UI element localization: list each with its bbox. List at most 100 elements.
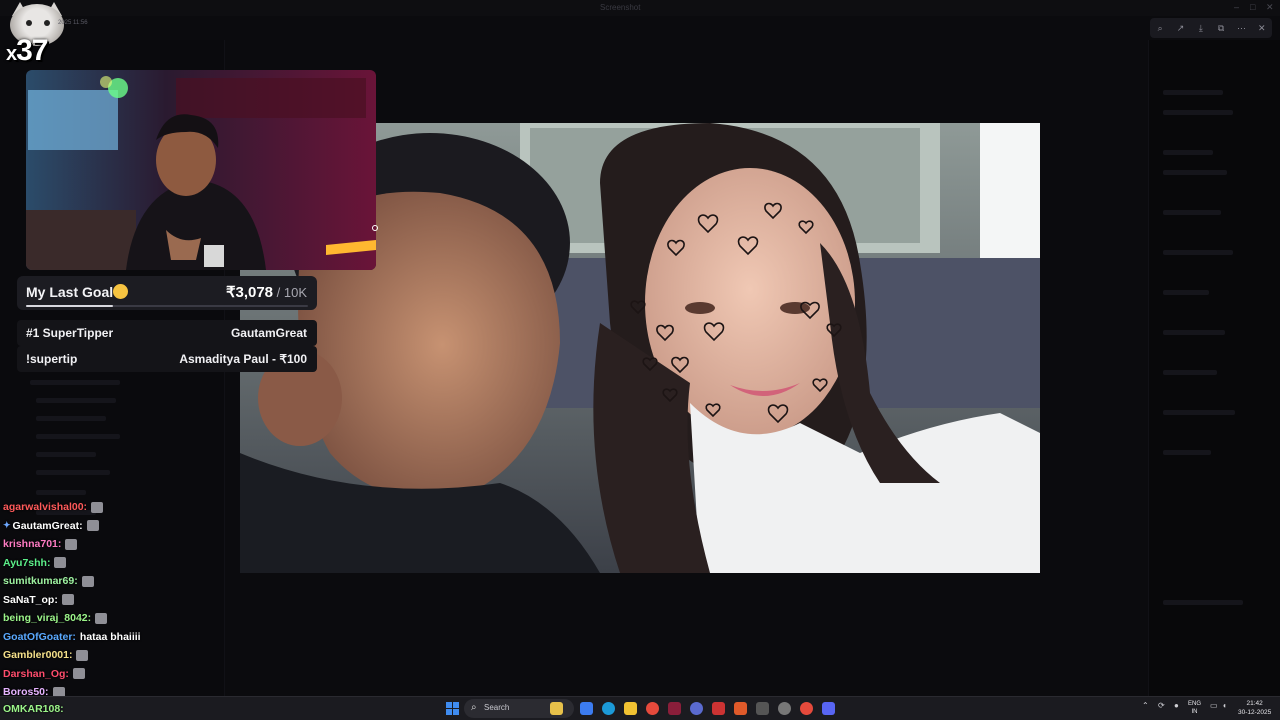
emote-icon — [76, 649, 89, 661]
super-tipper-row: #1 SuperTipper GautamGreat — [17, 320, 317, 346]
chat-message: SaNaT_op: — [3, 591, 233, 610]
network-icon[interactable]: ▭ — [1210, 701, 1218, 710]
sidebar-row — [36, 490, 86, 495]
emote-icon — [81, 575, 94, 587]
goal-label: My Last Goal — [26, 284, 114, 300]
member-row — [1163, 170, 1227, 175]
emote-icon — [61, 594, 74, 606]
app-icon[interactable] — [756, 702, 769, 715]
edge-icon[interactable] — [602, 702, 615, 715]
chat-message: sumitkumar69: — [3, 572, 233, 591]
widgets-icon[interactable] — [550, 702, 563, 715]
super-tipper-label: #1 SuperTipper — [26, 326, 114, 340]
member-row — [1163, 410, 1235, 415]
member-row — [1163, 110, 1233, 115]
discord-icon[interactable] — [822, 702, 835, 715]
more-icon[interactable]: ⋯ — [1234, 21, 1248, 35]
copilot-icon[interactable] — [580, 702, 593, 715]
app-icon[interactable] — [668, 702, 681, 715]
search-icon: ⌕ — [471, 702, 477, 713]
emote-icon — [95, 612, 108, 624]
chat-username: GautamGreat: — [12, 519, 83, 532]
emote-icon — [91, 501, 104, 513]
windows-start-icon[interactable] — [446, 702, 459, 715]
settings-icon[interactable] — [778, 702, 791, 715]
background-member-list — [1148, 40, 1280, 696]
chat-username: sumitkumar69: — [3, 575, 78, 588]
volume-icon[interactable]: ◖ — [1222, 701, 1227, 710]
close-icon[interactable]: ✕ — [1255, 21, 1269, 35]
chrome-icon[interactable] — [646, 702, 659, 715]
cat-eye — [26, 20, 32, 26]
goal-progress-fill — [26, 305, 114, 307]
chat-message: GoatOfGoater: hataa bhaiiii — [3, 628, 233, 647]
sidebar-row — [36, 398, 116, 403]
chat-overlay: agarwalvishal00: ✦ GautamGreat: krishna701:… — [3, 498, 233, 702]
tray-overflow-icon[interactable]: ⌃ — [1142, 701, 1149, 710]
chat-username: being_viraj_8042: — [3, 612, 92, 625]
mic-icon[interactable]: ● — [1174, 701, 1179, 710]
cam-handle[interactable] — [372, 225, 378, 231]
window-close-icon[interactable]: ✕ — [1266, 2, 1274, 13]
brave-icon[interactable] — [734, 702, 747, 715]
minimize-icon[interactable]: – — [1234, 2, 1239, 12]
emote-icon — [54, 557, 67, 569]
chat-message: being_viraj_8042: — [3, 609, 233, 628]
search-placeholder: Search — [484, 703, 510, 712]
sidebar-row — [30, 380, 120, 385]
maximize-icon[interactable]: □ — [1250, 2, 1255, 12]
sidebar-row — [36, 416, 106, 421]
chat-message: agarwalvishal00: — [3, 498, 233, 517]
chat-text: hataa bhaiiii — [79, 630, 141, 643]
goal-amount: ₹3,078 / 10K — [225, 284, 307, 301]
member-row — [1163, 290, 1209, 295]
download-icon[interactable]: ⤓ — [1194, 21, 1208, 35]
supertip-value: Asmaditya Paul - ₹100 — [179, 352, 307, 366]
file-explorer-icon[interactable] — [624, 702, 637, 715]
language-indicator[interactable]: ENG IN — [1188, 700, 1201, 716]
chat-username: krishna701: — [3, 538, 62, 551]
chrome-icon[interactable] — [800, 702, 813, 715]
member-row — [1163, 210, 1221, 215]
chat-username: Gambler0001: — [3, 649, 73, 662]
emote-icon — [86, 520, 99, 532]
sub-count: x37 — [6, 34, 49, 67]
goal-progress-bar — [26, 305, 308, 307]
window-title: Screenshot — [600, 3, 641, 12]
sidebar-row — [36, 434, 120, 439]
webcam-illustration — [26, 70, 376, 270]
supertip-row: !supertip Asmaditya Paul - ₹100 — [17, 346, 317, 372]
title-bar: Screenshot – □ ✕ — [0, 0, 1280, 16]
expand-icon[interactable]: ⧉ — [1214, 21, 1228, 35]
sidebar-row — [36, 452, 96, 457]
webcam-feed — [26, 70, 376, 270]
chat-username: agarwalvishal00: — [3, 501, 88, 514]
chat-username: Ayu7shh: — [3, 556, 51, 569]
share-icon[interactable]: ↗ — [1173, 21, 1187, 35]
cat-eye — [44, 20, 50, 26]
chat-username: GoatOfGoater: — [3, 630, 76, 643]
tray-icon[interactable]: ⟳ — [1158, 701, 1165, 710]
taskbar-clock[interactable]: 21:42 30-12-2025 — [1238, 699, 1271, 717]
chat-message: ✦ GautamGreat: — [3, 517, 233, 536]
sidebar-row — [36, 470, 110, 475]
app-icon[interactable] — [690, 702, 703, 715]
sub-count-badge: x37 — [6, 2, 76, 70]
member-row — [1163, 370, 1217, 375]
supertip-label: !supertip — [26, 352, 78, 366]
emote-icon — [72, 668, 85, 680]
pin-icon: ✦ — [3, 520, 11, 531]
chat-message: Gambler0001: — [3, 646, 233, 665]
member-row — [1163, 450, 1211, 455]
chat-username: SaNaT_op: — [3, 593, 58, 606]
chat-message: Ayu7shh: — [3, 554, 233, 573]
chat-bottom-user: OMKAR108: — [3, 703, 64, 715]
goal-widget: My Last Goal ₹3,078 / 10K — [17, 276, 317, 310]
app-icon[interactable] — [712, 702, 725, 715]
member-row — [1163, 90, 1223, 95]
member-row — [1163, 600, 1243, 605]
image-viewer-toolbar: ⌕ ↗ ⤓ ⧉ ⋯ ✕ — [1150, 18, 1272, 38]
member-row — [1163, 330, 1225, 335]
chat-message: krishna701: — [3, 535, 233, 554]
zoom-icon[interactable]: ⌕ — [1153, 21, 1167, 35]
